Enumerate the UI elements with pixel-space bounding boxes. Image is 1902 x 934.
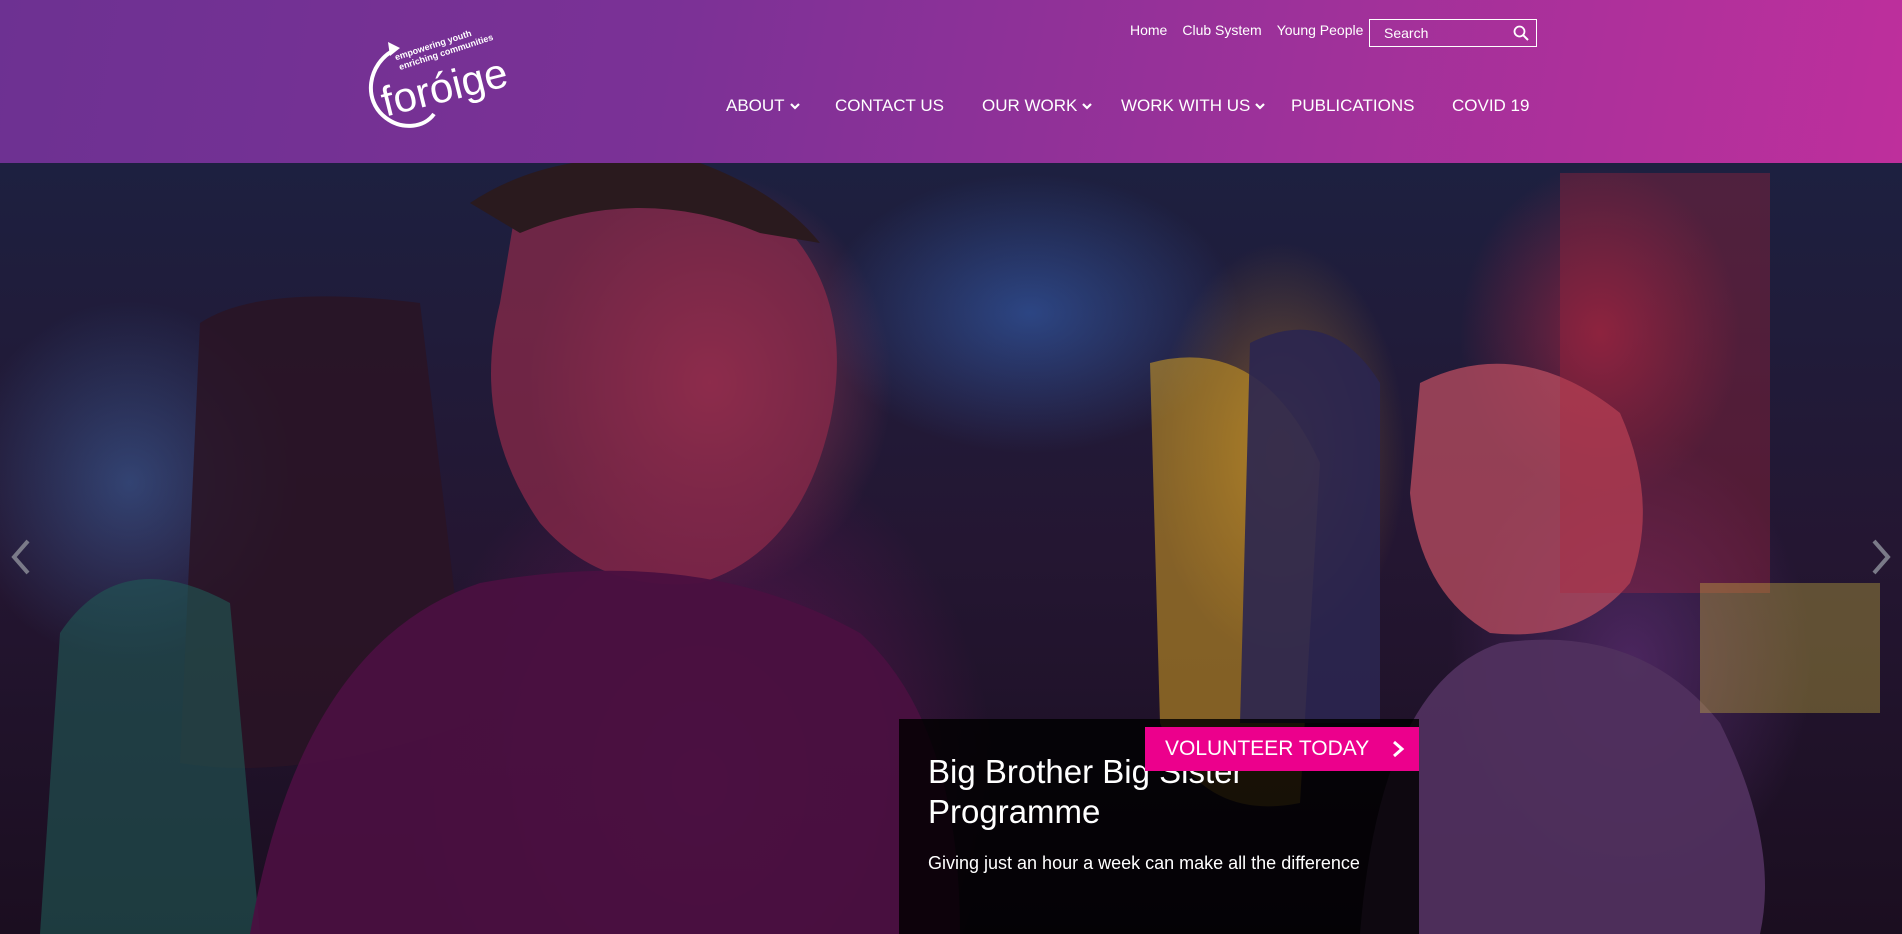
chevron-down-icon: [1082, 103, 1093, 110]
search-box: [1369, 19, 1537, 47]
nav-item-label: COVID 19: [1452, 96, 1530, 115]
search-icon[interactable]: [1513, 25, 1529, 41]
utility-link-club-system[interactable]: Club System: [1182, 22, 1261, 38]
hero-slider: Big Brother Big Sister Programme Giving …: [0, 163, 1902, 934]
volunteer-button-label: VOLUNTEER TODAY: [1165, 737, 1370, 760]
chevron-down-icon: [789, 103, 800, 110]
nav-item-label: PUBLICATIONS: [1291, 96, 1415, 115]
nav-item-publications[interactable]: PUBLICATIONS: [1291, 96, 1414, 116]
site-header: foróige empowering youth enriching commu…: [0, 0, 1902, 163]
main-nav: ABOUT CONTACT US OUR WORK WORK WITH US P…: [0, 96, 1902, 120]
nav-item-our-work[interactable]: OUR WORK: [982, 96, 1093, 116]
previous-slide-icon[interactable]: [6, 533, 34, 581]
hero-subtitle: Giving just an hour a week can make all …: [928, 853, 1360, 873]
nav-item-label: WORK WITH US: [1121, 96, 1251, 115]
search-input[interactable]: [1370, 20, 1524, 45]
nav-item-work-with-us[interactable]: WORK WITH US: [1121, 96, 1266, 116]
nav-item-label: ABOUT: [726, 96, 785, 115]
utility-nav: Home Club System Young People: [1130, 22, 1363, 38]
chevron-down-icon: [1255, 103, 1266, 110]
next-slide-icon[interactable]: [1868, 533, 1896, 581]
nav-item-contact-us[interactable]: CONTACT US: [835, 96, 944, 116]
nav-item-label: CONTACT US: [835, 96, 944, 115]
volunteer-today-button[interactable]: VOLUNTEER TODAY: [1145, 727, 1419, 771]
chevron-right-icon: [1393, 740, 1405, 758]
nav-item-label: OUR WORK: [982, 96, 1078, 115]
utility-link-young-people[interactable]: Young People: [1277, 22, 1364, 38]
utility-link-home[interactable]: Home: [1130, 22, 1167, 38]
nav-item-about[interactable]: ABOUT: [726, 96, 800, 116]
nav-item-covid-19[interactable]: COVID 19: [1452, 96, 1529, 116]
